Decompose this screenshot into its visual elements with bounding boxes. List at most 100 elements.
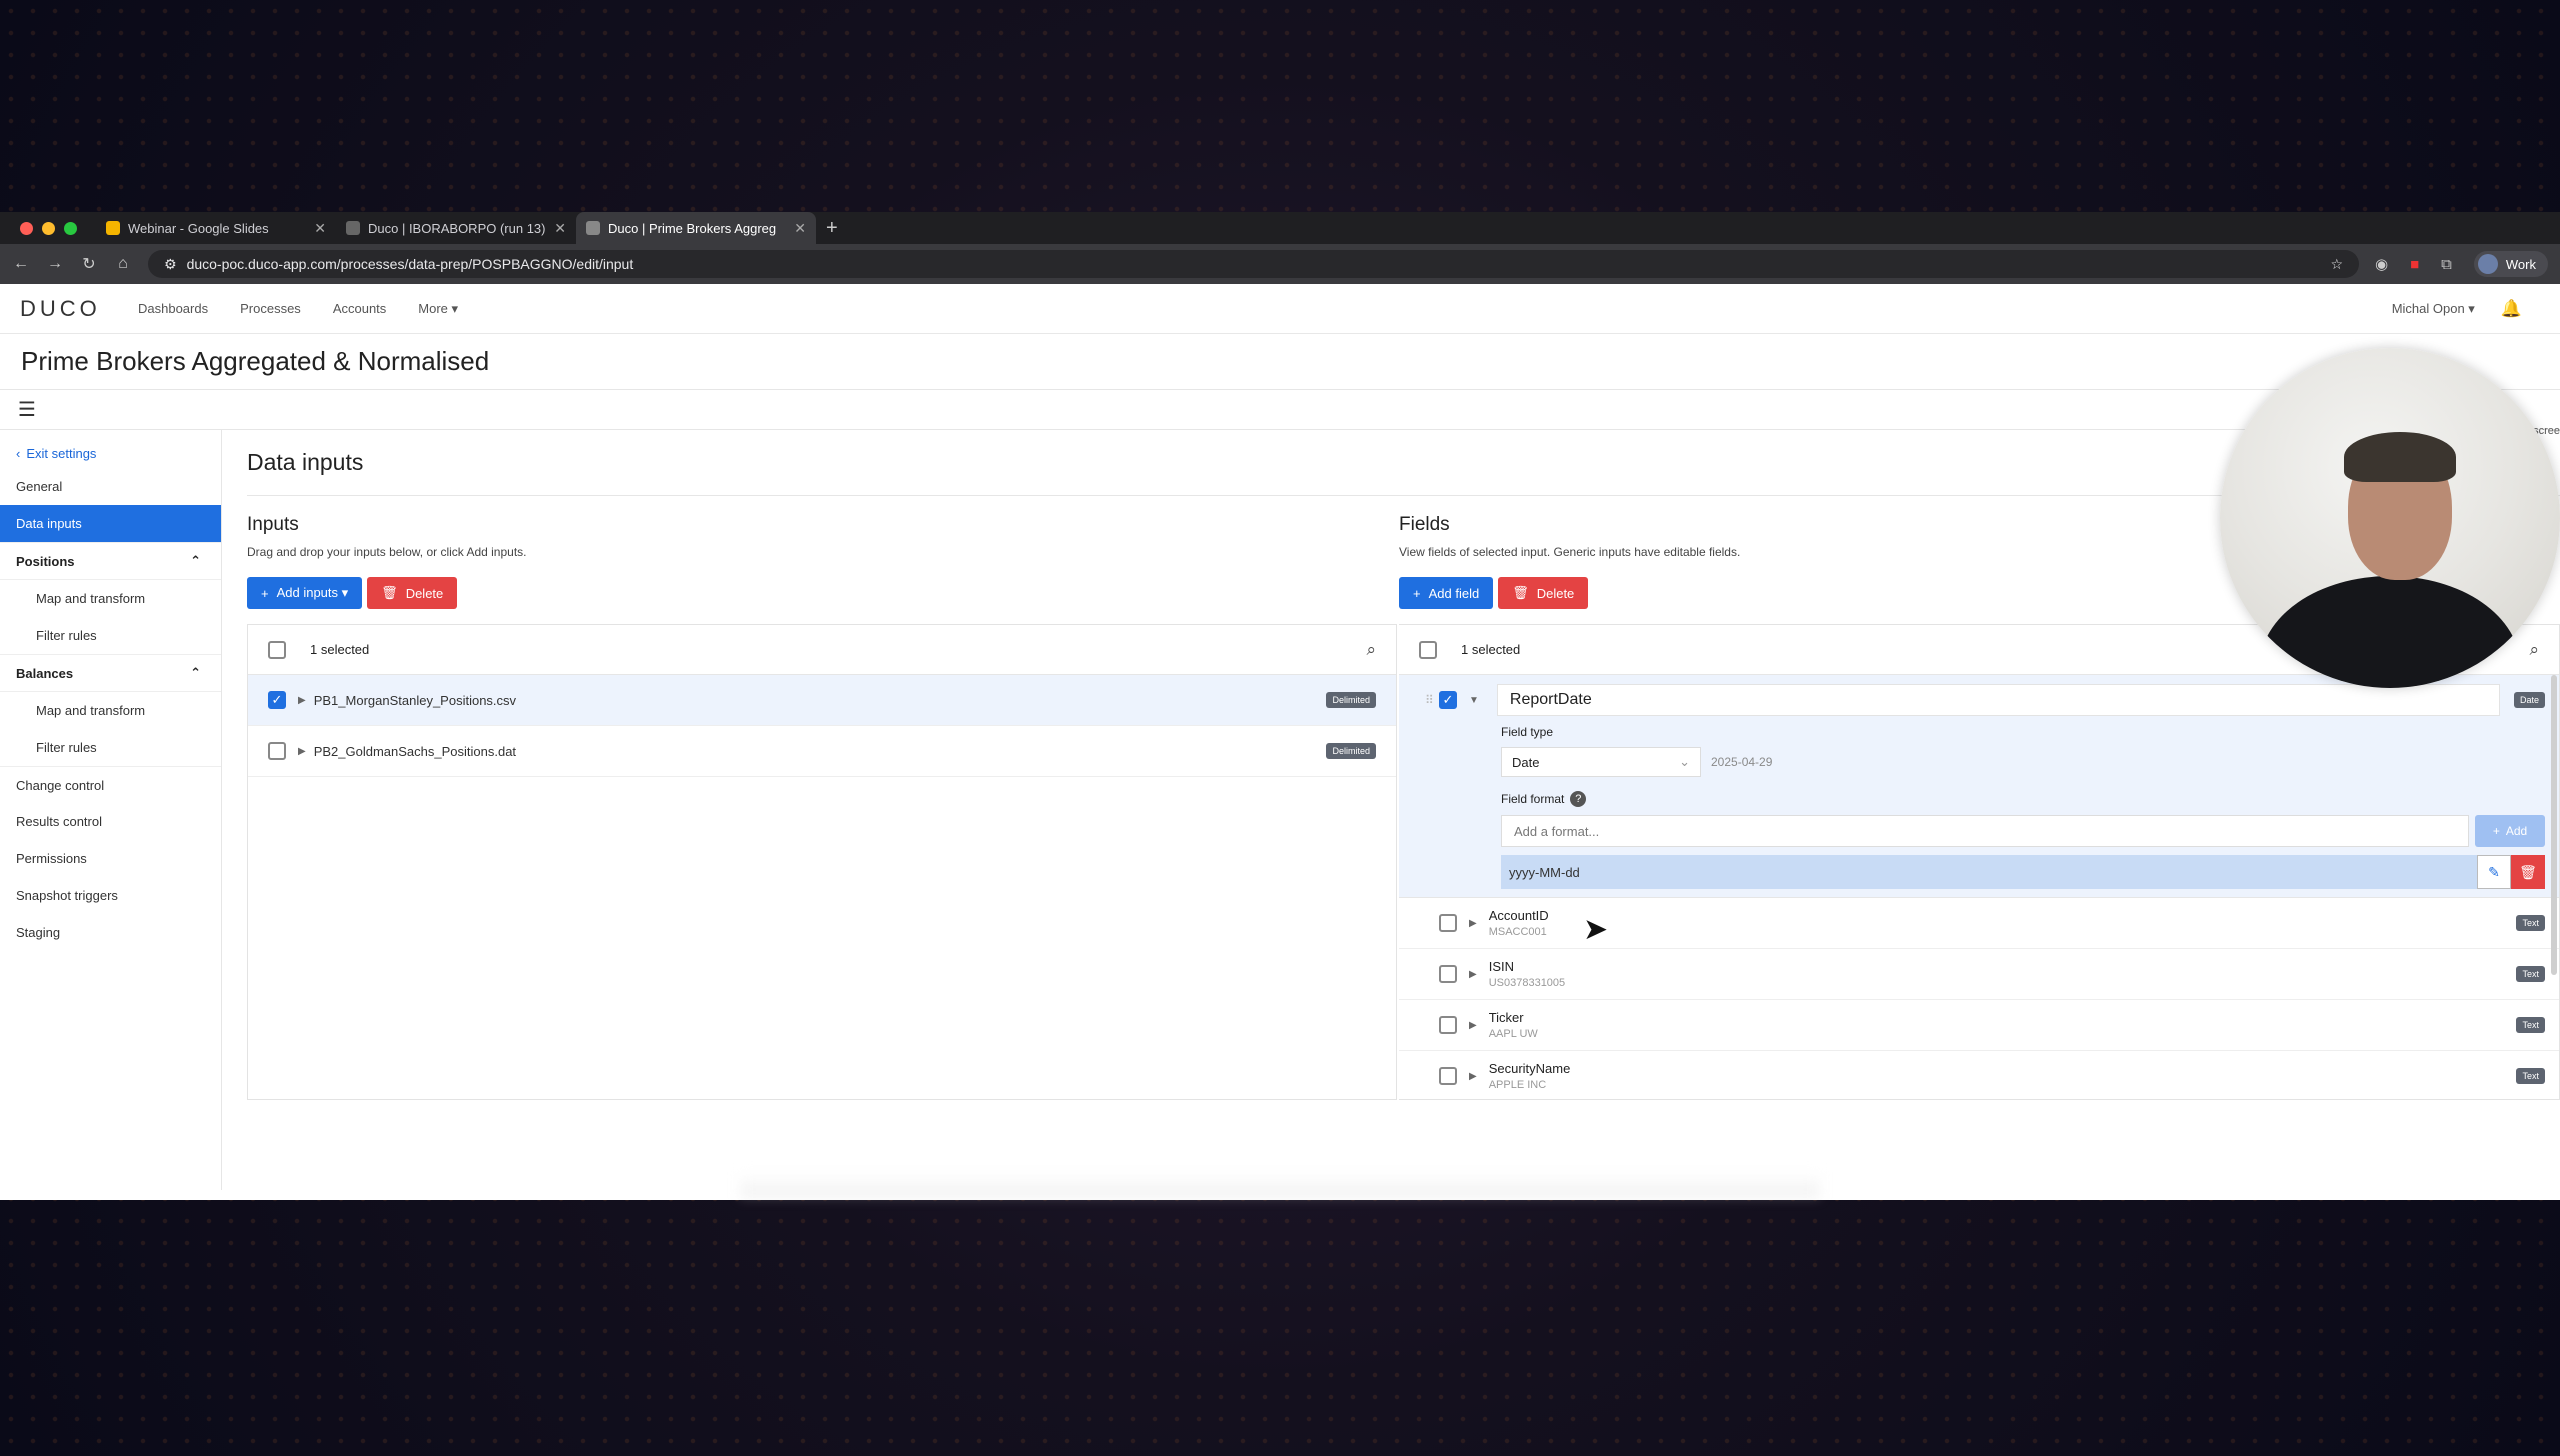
browser-tab-duco-prime[interactable]: Duco | Prime Brokers Aggreg ✕ <box>576 212 816 244</box>
extension-icon[interactable]: ◉ <box>2375 255 2388 273</box>
nav-accounts[interactable]: Accounts <box>333 301 386 316</box>
caret-down-icon[interactable]: ▼ <box>1469 695 1479 706</box>
select-all-checkbox[interactable] <box>1419 640 1437 659</box>
sidebar-group-balances[interactable]: Balances ⌃ <box>0 654 221 692</box>
sidebar-item-staging[interactable]: Staging <box>0 914 221 951</box>
home-icon[interactable]: ⌂ <box>114 255 132 273</box>
close-tab-icon[interactable]: ✕ <box>314 220 326 237</box>
drag-handle-icon[interactable]: ⠿ <box>1425 693 1434 707</box>
status-badge: Text <box>2516 1068 2545 1084</box>
pencil-icon[interactable]: ✎ <box>2477 855 2511 889</box>
chevron-up-icon: ⌃ <box>190 553 201 568</box>
main-panel: Data inputs Inputs Drag and drop your in… <box>222 430 2560 1190</box>
sidebar-item-positions-map[interactable]: Map and transform <box>0 580 221 617</box>
sidebar-item-change-control[interactable]: Change control <box>0 766 221 803</box>
sidebar-group-label: Positions <box>16 553 75 569</box>
sidebar-item-positions-filter[interactable]: Filter rules <box>0 617 221 654</box>
field-format-text: Field format <box>1501 792 1565 806</box>
hamburger-menu-icon[interactable]: ☰ <box>18 397 36 422</box>
bell-icon[interactable]: 🔔 <box>2501 299 2522 319</box>
field-name-input[interactable]: ReportDate <box>1496 684 2500 716</box>
nav-dashboards[interactable]: Dashboards <box>138 301 208 316</box>
caret-right-icon[interactable]: ▶ <box>298 746 306 757</box>
input-name: PB2_GoldmanSachs_Positions.dat <box>313 743 517 759</box>
close-tab-icon[interactable]: ✕ <box>554 220 566 237</box>
table-row[interactable]: ▶ AccountID MSACC001 Text <box>1399 898 2559 949</box>
back-icon[interactable]: ← <box>12 255 30 273</box>
add-field-button[interactable]: + Add field <box>1399 577 1494 609</box>
row-checkbox[interactable] <box>1439 965 1457 983</box>
row-checkbox[interactable] <box>268 742 286 760</box>
profile-button[interactable]: Work <box>2473 251 2548 277</box>
field-name: AccountID <box>1488 908 1549 923</box>
table-row[interactable]: ▶ Ticker AAPL UW Text <box>1399 1000 2559 1051</box>
add-inputs-button[interactable]: + Add inputs ▾ <box>247 577 363 609</box>
browser-tab-slides[interactable]: Webinar - Google Slides ✕ <box>96 212 336 244</box>
caret-right-icon[interactable]: ▶ <box>1469 1071 1477 1082</box>
table-row[interactable]: ▶ ISIN US0378331005 Text <box>1399 949 2559 1000</box>
row-checkbox[interactable]: ✓ <box>268 691 286 709</box>
caret-right-icon[interactable]: ▶ <box>298 695 306 706</box>
sidebar-item-data-inputs[interactable]: Data inputs <box>0 505 221 542</box>
url-field[interactable]: ⚙ duco-poc.duco-app.com/processes/data-p… <box>148 250 2360 278</box>
caret-right-icon[interactable]: ▶ <box>1469 1020 1477 1031</box>
nav-more[interactable]: More ▾ <box>418 301 458 317</box>
search-icon[interactable]: ⌕ <box>2529 640 2539 660</box>
table-row[interactable]: ▶ PB2_GoldmanSachs_Positions.dat Delimit… <box>248 726 1396 777</box>
caret-right-icon[interactable]: ▶ <box>1469 918 1477 929</box>
extensions-puzzle-icon[interactable]: ⧉ <box>2441 256 2452 273</box>
inputs-table-header: 1 selected ⌕ <box>248 625 1396 675</box>
help-icon[interactable]: ? <box>1570 791 1587 807</box>
close-window-button[interactable] <box>20 221 33 235</box>
row-checkbox[interactable] <box>1439 914 1457 932</box>
reload-icon[interactable]: ↻ <box>80 254 98 274</box>
close-tab-icon[interactable]: ✕ <box>794 220 806 237</box>
search-icon[interactable]: ⌕ <box>1366 640 1376 660</box>
sidebar-item-permissions[interactable]: Permissions <box>0 840 221 877</box>
site-settings-icon[interactable]: ⚙ <box>164 256 177 273</box>
format-item[interactable]: yyyy-MM-dd ✎ 🗑 <box>1501 855 2545 889</box>
format-input[interactable]: Add a format... <box>1501 815 2469 847</box>
bookmark-star-icon[interactable]: ☆ <box>2330 256 2343 273</box>
browser-tab-duco-run[interactable]: Duco | IBORABORPO (run 13) ✕ <box>336 212 576 244</box>
sidebar-item-balances-filter[interactable]: Filter rules <box>0 729 221 766</box>
delete-fields-button[interactable]: 🗑 Delete <box>1498 577 1589 609</box>
table-row[interactable]: ▶ SecurityName APPLE INC Text <box>1399 1051 2559 1099</box>
table-row[interactable]: ✓ ▶ PB1_MorganStanley_Positions.csv Deli… <box>248 675 1396 726</box>
field-sample: AAPL UW <box>1488 1028 1538 1040</box>
field-info: SecurityName APPLE INC <box>1489 1061 2517 1091</box>
fields-scrollbar[interactable] <box>2551 675 2557 975</box>
trash-icon: 🗑 <box>381 585 398 600</box>
minimize-window-button[interactable] <box>42 221 55 235</box>
new-tab-icon[interactable]: + <box>816 217 838 240</box>
address-bar: ← → ↻ ⌂ ⚙ duco-poc.duco-app.com/processe… <box>0 244 2560 284</box>
sidebar-item-balances-map[interactable]: Map and transform <box>0 692 221 729</box>
trash-icon[interactable]: 🗑 <box>2511 855 2545 889</box>
duco-logo[interactable]: DUCO <box>20 296 138 322</box>
page-title: Prime Brokers Aggregated & Normalised <box>21 346 490 376</box>
row-checkbox[interactable]: ✓ <box>1439 691 1457 709</box>
row-checkbox[interactable] <box>1439 1067 1457 1085</box>
add-field-label: Add field <box>1428 585 1480 601</box>
exit-settings-link[interactable]: ‹ Exit settings <box>0 438 221 468</box>
add-format-button[interactable]: + Add <box>2475 815 2545 847</box>
status-badge: Delimited <box>1326 743 1376 759</box>
delete-inputs-button[interactable]: 🗑 Delete <box>367 577 458 609</box>
sidebar-item-results-control[interactable]: Results control <box>0 803 221 840</box>
sidebar-item-general[interactable]: General <box>0 468 221 505</box>
nav-processes[interactable]: Processes <box>240 301 301 316</box>
maximize-window-button[interactable] <box>64 221 77 235</box>
row-checkbox[interactable] <box>1439 1016 1457 1034</box>
duco-favicon-icon <box>586 221 600 235</box>
sidebar-group-positions[interactable]: Positions ⌃ <box>0 542 221 580</box>
field-type-select[interactable]: Date ⌄ <box>1501 747 1701 777</box>
select-all-checkbox[interactable] <box>268 640 286 659</box>
caret-right-icon[interactable]: ▶ <box>1469 969 1477 980</box>
user-menu[interactable]: Michal Opon ▾ <box>2392 301 2475 317</box>
forward-icon[interactable]: → <box>46 255 64 273</box>
field-type-label: Field type <box>1501 725 1554 739</box>
extension-red-icon[interactable]: ■ <box>2410 256 2419 273</box>
add-format-label: Add <box>2505 824 2528 838</box>
sidebar-item-snapshot-triggers[interactable]: Snapshot triggers <box>0 877 221 914</box>
presenter-hair <box>2344 432 2456 482</box>
